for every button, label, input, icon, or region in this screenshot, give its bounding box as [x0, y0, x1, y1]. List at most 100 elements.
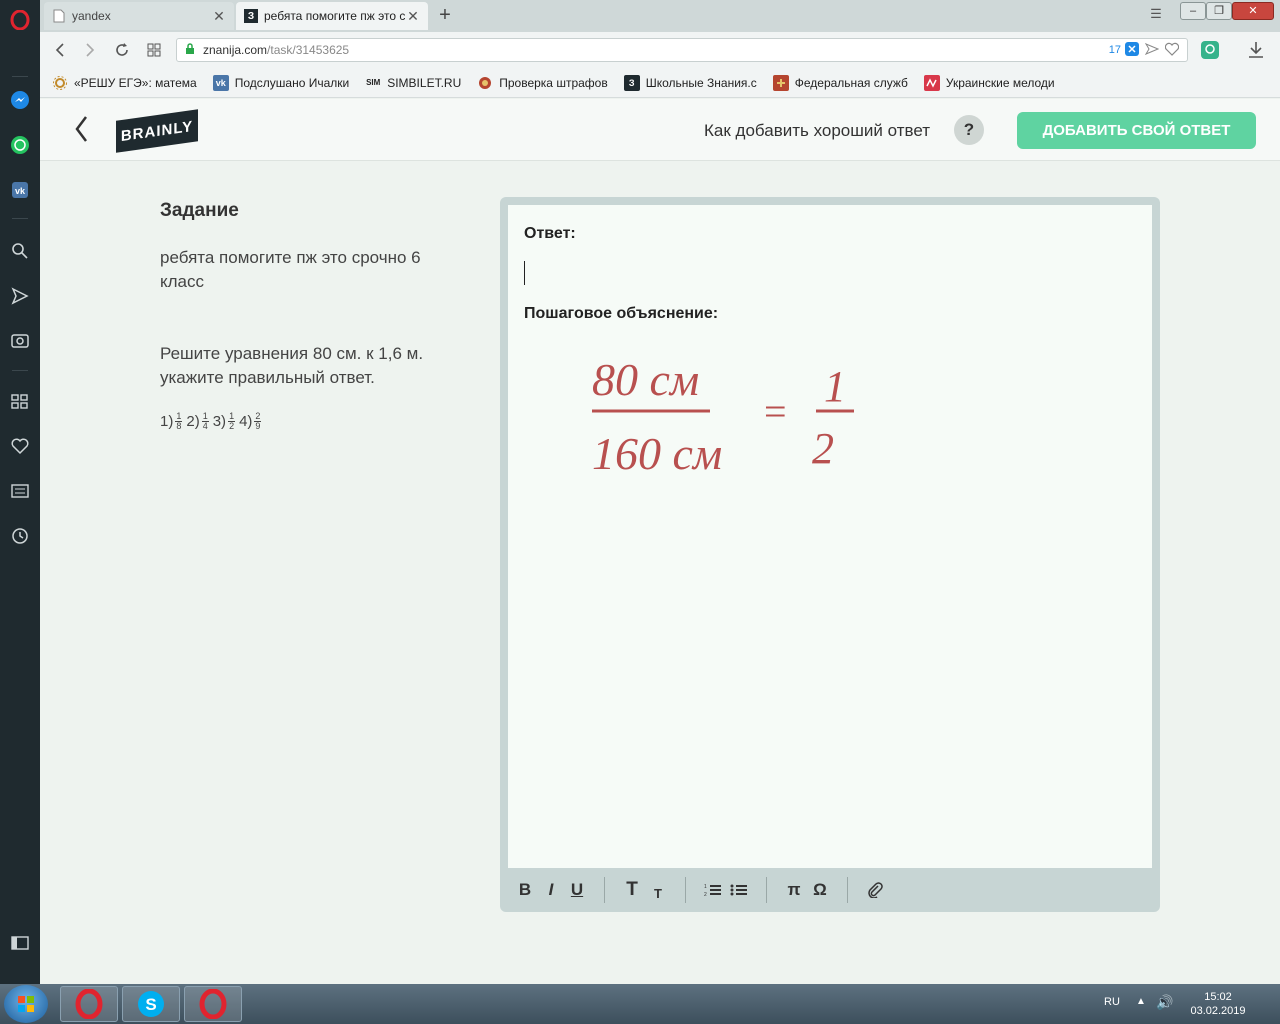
bookmark-item[interactable]: «РЕШУ ЕГЭ»: матема [52, 75, 197, 91]
handwritten-result-denominator: 2 [812, 424, 834, 473]
bookmark-label: SIMBILET.RU [387, 75, 462, 90]
messenger-icon[interactable] [8, 88, 32, 112]
text-caret [524, 261, 525, 285]
bookmark-item[interactable]: З Школьные Знания.c [623, 74, 757, 91]
camera-icon[interactable] [8, 328, 32, 352]
download-icon[interactable] [1248, 41, 1264, 62]
forward-icon[interactable] [78, 38, 102, 62]
fraction-denominator: 8 [176, 421, 182, 431]
lock-icon [185, 42, 195, 58]
maximize-icon[interactable]: ❐ [1206, 2, 1232, 20]
notification-count: 17 [1108, 44, 1121, 56]
svg-text:2: 2 [704, 892, 707, 897]
fraction-denominator: 2 [229, 421, 235, 431]
attachment-icon[interactable] [862, 877, 888, 903]
omega-button[interactable]: Ω [807, 877, 833, 903]
heart-icon[interactable] [8, 434, 32, 458]
bookmark-item[interactable]: vk Подслушано Ичалки [212, 74, 349, 91]
bookmark-item[interactable]: SIM SIMBILET.RU [365, 75, 461, 91]
send-icon[interactable] [8, 284, 32, 308]
news-icon[interactable] [8, 479, 32, 503]
close-window-icon[interactable]: ✕ [1232, 2, 1274, 20]
volume-icon[interactable]: 🔊 [1156, 994, 1173, 1011]
option-prefix: 3) [212, 413, 227, 430]
toolbar-divider [685, 877, 686, 903]
add-answer-button[interactable]: ДОБАВИТЬ СВОЙ ОТВЕТ [1017, 112, 1256, 149]
answer-text-area[interactable]: Ответ: Пошаговое объяснение: 80 см 160 с… [508, 205, 1152, 868]
extension-icon[interactable] [1200, 40, 1220, 63]
page-header: BRAINLY Как добавить хороший ответ ? ДОБ… [40, 99, 1280, 161]
heading-large-button[interactable]: T [619, 877, 645, 903]
clock[interactable]: 15:02 03.02.2019 [1190, 990, 1246, 1018]
speed-dial-icon[interactable] [8, 389, 32, 413]
handwritten-equals: = [764, 389, 787, 434]
howto-link[interactable]: Как добавить хороший ответ [704, 121, 930, 141]
vk-icon[interactable]: vk [8, 178, 32, 202]
italic-button[interactable]: I [538, 877, 564, 903]
tab-bar: yandex ✕ З ребята помогите пж это с ✕ + … [40, 0, 1280, 32]
new-tab-icon[interactable]: + [434, 4, 456, 26]
option-fraction: 29 [254, 412, 262, 431]
option-prefix: 1) [160, 413, 174, 430]
svg-text:vk: vk [15, 186, 26, 196]
tab-menu-icon[interactable]: ☰ [1146, 6, 1166, 26]
start-button[interactable] [4, 985, 48, 1023]
bookmark-label: Украинские мелоди [945, 75, 1055, 90]
bold-button[interactable]: B [512, 877, 538, 903]
sidebar-toggle-icon[interactable] [8, 931, 32, 955]
clock-date: 03.02.2019 [1190, 1005, 1246, 1017]
task-heading: Задание [160, 200, 239, 221]
reload-icon[interactable] [110, 38, 134, 62]
option-prefix: 4) [239, 413, 253, 430]
option-fraction: 14 [201, 412, 209, 431]
close-tab-icon[interactable]: ✕ [406, 8, 420, 25]
handwritten-fraction: 80 см 160 см = 1 2 [592, 354, 854, 479]
underline-button[interactable]: U [564, 877, 590, 903]
language-indicator[interactable]: RU [1104, 996, 1120, 1008]
minimize-icon[interactable]: – [1180, 2, 1206, 20]
tab-title: ребята помогите пж это с [264, 9, 406, 23]
share-icon[interactable] [1144, 42, 1160, 59]
numbered-list-icon[interactable]: 12 [700, 877, 726, 903]
fraction-denominator: 9 [255, 421, 261, 431]
heading-small-button[interactable]: T [645, 877, 671, 903]
navigation-bar: znanija.com/task/31453625 17 [40, 32, 1280, 68]
opera-sidebar: vk [0, 0, 40, 984]
url-path: /task/31453625 [267, 43, 350, 57]
task-options: 1) 18 2) 14 3) 12 4) 29 [160, 412, 263, 431]
search-icon[interactable] [8, 239, 32, 263]
address-bar[interactable]: znanija.com/task/31453625 17 [176, 38, 1188, 62]
history-icon[interactable] [8, 524, 32, 548]
taskbar-opera-active-icon[interactable] [184, 986, 242, 1022]
bookmark-item[interactable]: Проверка штрафов [477, 75, 608, 91]
close-tab-icon[interactable]: ✕ [212, 8, 226, 25]
bookmark-item[interactable]: Федеральная служб [772, 74, 908, 91]
handwritten-numerator: 80 см [592, 354, 699, 405]
bookmark-label: Федеральная служб [794, 75, 908, 90]
bookmark-item[interactable]: Украинские мелоди [923, 74, 1055, 91]
vpn-badge-icon[interactable] [1125, 41, 1139, 59]
sim-icon: SIM [366, 78, 381, 87]
tab-grid-icon[interactable] [142, 38, 166, 62]
answer-editor: Ответ: Пошаговое объяснение: 80 см 160 с… [500, 197, 1160, 912]
opera-menu-icon[interactable] [8, 8, 32, 32]
tab-yandex[interactable]: yandex ✕ [44, 2, 234, 30]
tray-expand-icon[interactable]: ▲ [1136, 996, 1146, 1007]
whatsapp-icon[interactable] [8, 133, 32, 157]
bookmark-heart-icon[interactable] [1164, 42, 1180, 59]
taskbar-opera-icon[interactable] [60, 986, 118, 1022]
editor-toolbar: B I U T T 12 π Ω [500, 868, 1160, 912]
handwritten-denominator: 160 см [592, 428, 722, 479]
tab-znanija[interactable]: З ребята помогите пж это с ✕ [236, 2, 428, 30]
help-icon[interactable]: ? [954, 115, 984, 145]
brainly-logo[interactable]: BRAINLY [116, 109, 198, 153]
taskbar-skype-icon[interactable]: S [122, 986, 180, 1022]
solar-icon [52, 75, 68, 91]
pi-button[interactable]: π [781, 877, 807, 903]
sidebar-divider [12, 76, 28, 77]
back-chevron-icon[interactable] [74, 115, 88, 149]
bullet-list-icon[interactable] [726, 877, 752, 903]
back-icon[interactable] [48, 38, 72, 62]
sidebar-divider [12, 370, 28, 371]
tab-title: yandex [72, 9, 111, 23]
